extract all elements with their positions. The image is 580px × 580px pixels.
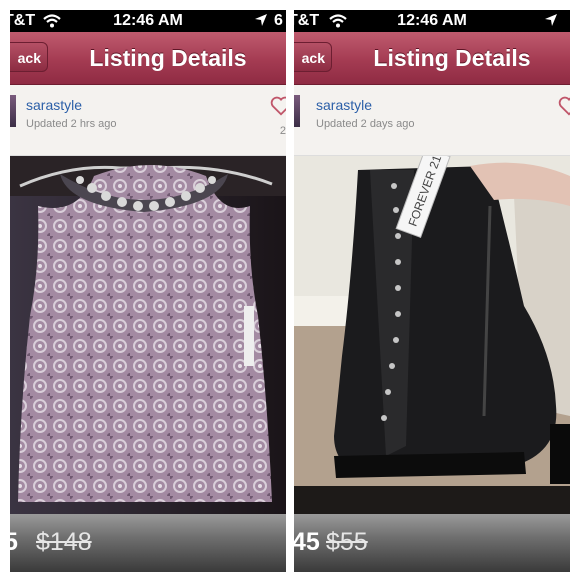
- listing-screen-right: T&T 12:46 AM ack Listing Details sarasty…: [294, 10, 570, 572]
- seller-username[interactable]: sarastyle: [26, 97, 82, 113]
- updated-timestamp: Updated 2 days ago: [316, 118, 415, 130]
- status-bar: T&T 12:46 AM 6: [10, 10, 286, 32]
- listing-screen-left: T&T 12:46 AM 6 ack Listing Details saras…: [10, 10, 286, 572]
- avatar[interactable]: [294, 95, 300, 127]
- seller-bar: sarastyle Updated 2 hrs ago 2: [10, 85, 286, 156]
- black-lace-up-boot-photo[interactable]: FOREVER 21: [294, 156, 570, 514]
- status-bar: T&T 12:46 AM: [294, 10, 570, 32]
- price-bar: 5 $148: [10, 514, 286, 572]
- navigation-bar: ack Listing Details: [294, 32, 570, 85]
- seller-username[interactable]: sarastyle: [316, 97, 372, 113]
- original-price: $55: [326, 528, 368, 556]
- navigation-bar: ack Listing Details: [10, 32, 286, 85]
- status-clipped-text: 6: [274, 12, 283, 29]
- original-price: $148: [36, 528, 92, 556]
- price-bar: 45 $55: [294, 514, 570, 572]
- sleeveless-jeweled-top-photo[interactable]: [10, 156, 286, 514]
- page-title: Listing Details: [373, 45, 531, 71]
- location-arrow-icon: [545, 14, 557, 26]
- clock-time: 12:46 AM: [397, 12, 467, 29]
- heart-icon[interactable]: [270, 95, 286, 117]
- back-button[interactable]: ack: [10, 42, 48, 72]
- seller-bar: sarastyle Updated 2 days ago: [294, 85, 570, 156]
- location-arrow-icon: [255, 14, 267, 26]
- heart-icon[interactable]: [558, 95, 570, 117]
- current-price: 45: [294, 528, 320, 556]
- current-price: 5: [10, 528, 18, 556]
- page-title: Listing Details: [89, 45, 247, 71]
- clock-time: 12:46 AM: [113, 12, 183, 29]
- avatar[interactable]: [10, 95, 16, 127]
- updated-timestamp: Updated 2 hrs ago: [26, 118, 117, 130]
- back-button[interactable]: ack: [294, 42, 332, 72]
- like-count: 2: [279, 125, 286, 137]
